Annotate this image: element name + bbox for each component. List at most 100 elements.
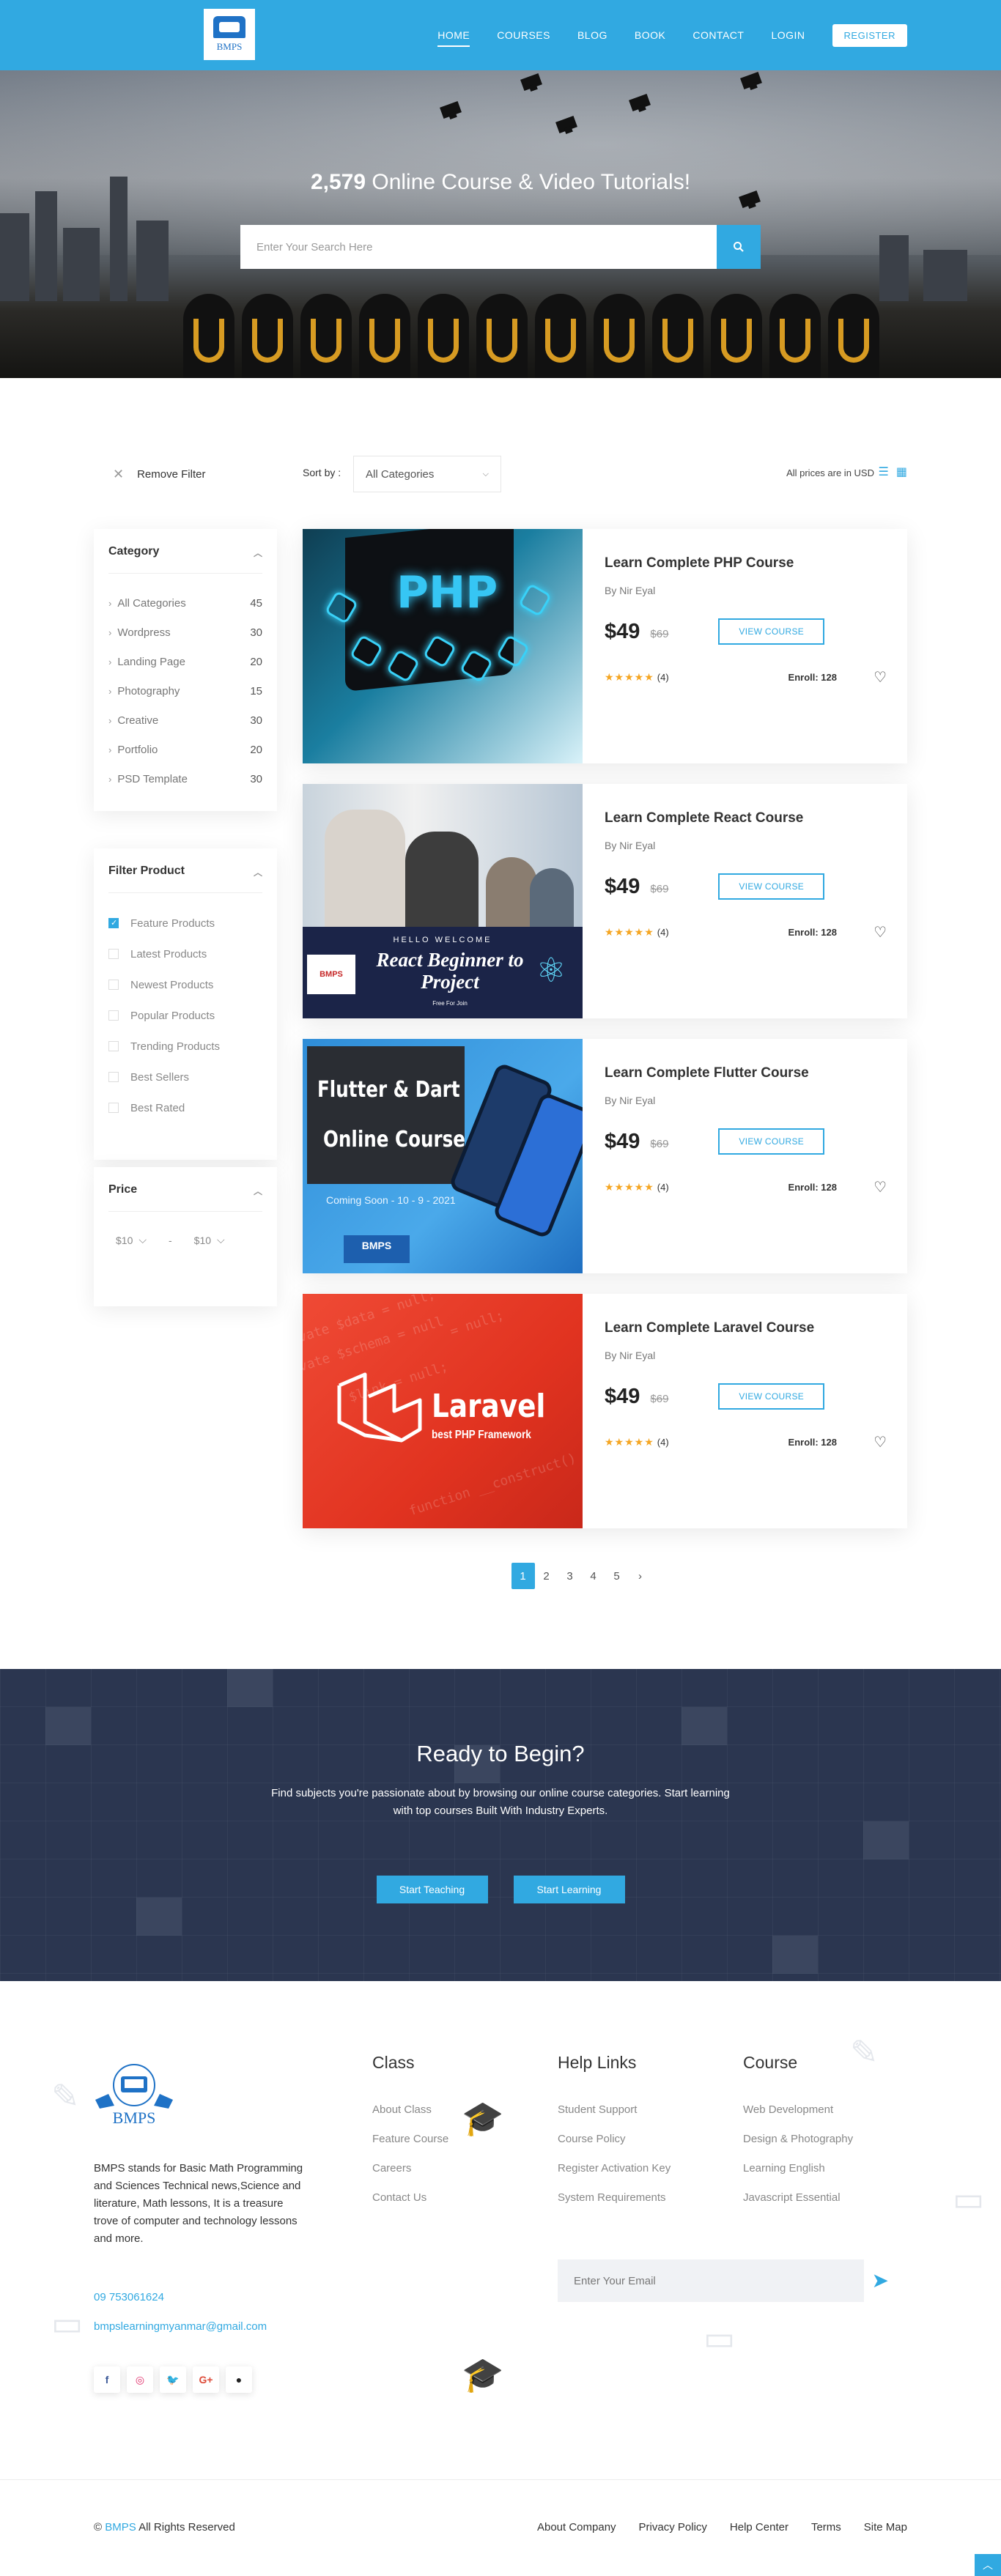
instagram-icon[interactable]: ◎: [127, 2366, 153, 2393]
footer-link[interactable]: Careers: [372, 2162, 448, 2191]
view-course-button[interactable]: VIEW COURSE: [718, 618, 825, 645]
min-price-select[interactable]: $10 ⌵: [116, 1234, 147, 1246]
github-icon[interactable]: ●: [226, 2366, 252, 2393]
register-button[interactable]: REGISTER: [832, 23, 907, 47]
search-button[interactable]: [717, 225, 761, 269]
checkbox[interactable]: [108, 1010, 119, 1021]
chevron-right-icon[interactable]: ›: [629, 1563, 652, 1589]
start-learning-button[interactable]: Start Learning: [513, 1876, 625, 1903]
site-logo[interactable]: BMPS: [204, 9, 255, 60]
page-2[interactable]: 2: [535, 1563, 558, 1589]
heart-icon[interactable]: ♡: [873, 1178, 887, 1196]
footer-link[interactable]: Web Development: [743, 2103, 853, 2133]
filter-checkbox-item[interactable]: Best Rated: [108, 1092, 262, 1123]
footer-link[interactable]: Contact Us: [372, 2191, 448, 2221]
heart-icon[interactable]: ♡: [873, 1433, 887, 1451]
nav-contact[interactable]: CONTACT: [692, 29, 744, 41]
list-view-icon[interactable]: ☰: [879, 465, 889, 479]
course-old-price: $69: [650, 1137, 669, 1150]
heart-icon[interactable]: ♡: [873, 668, 887, 686]
course-title[interactable]: Learn Complete React Course: [605, 810, 885, 826]
footer-link[interactable]: About Class: [372, 2103, 448, 2133]
footer-link[interactable]: Javascript Essential: [743, 2191, 853, 2221]
nav-book[interactable]: BOOK: [635, 29, 665, 41]
page-5[interactable]: 5: [605, 1563, 629, 1589]
checkbox[interactable]: [108, 1041, 119, 1051]
nav-blog[interactable]: BLOG: [577, 29, 607, 41]
footer-link[interactable]: Student Support: [558, 2103, 671, 2133]
footer-email[interactable]: bmpslearningmyanmar@gmail.com: [94, 2320, 267, 2333]
footer-link[interactable]: Course Policy: [558, 2133, 671, 2162]
category-item[interactable]: › Wordpress 30: [108, 618, 262, 647]
filter-checkbox-item[interactable]: Newest Products: [108, 969, 262, 1000]
price-panel-header[interactable]: Price ︿: [94, 1167, 277, 1196]
course-thumbnail[interactable]: HELLO WELCOME React Beginner to Project …: [303, 784, 583, 1018]
email-input[interactable]: [558, 2259, 864, 2302]
city-building: [0, 213, 29, 301]
remove-filter-button[interactable]: ✕ Remove Filter: [113, 467, 205, 482]
nav-home[interactable]: HOME: [437, 29, 470, 47]
footer-phone[interactable]: 09 753061624: [94, 2291, 164, 2303]
footer-link[interactable]: Feature Course: [372, 2133, 448, 2162]
privacy-policy-link[interactable]: Privacy Policy: [639, 2521, 707, 2534]
checkbox-checked[interactable]: [108, 918, 119, 928]
course-title[interactable]: Learn Complete Flutter Course: [605, 1065, 885, 1081]
google-plus-icon[interactable]: G+: [193, 2366, 219, 2393]
view-course-button[interactable]: VIEW COURSE: [718, 873, 825, 900]
about-company-link[interactable]: About Company: [537, 2521, 616, 2534]
twitter-icon[interactable]: 🐦: [160, 2366, 186, 2393]
copyright-brand-link[interactable]: BMPS: [105, 2521, 136, 2534]
checkbox[interactable]: [108, 1103, 119, 1113]
site-map-link[interactable]: Site Map: [864, 2521, 907, 2534]
send-icon[interactable]: ➤: [872, 2268, 889, 2292]
search-input[interactable]: [240, 225, 717, 269]
checkbox[interactable]: [108, 980, 119, 990]
course-title[interactable]: Learn Complete Laravel Course: [605, 1320, 885, 1336]
filter-product-header[interactable]: Filter Product ︿: [94, 848, 277, 878]
filter-checkbox-item[interactable]: Best Sellers: [108, 1062, 262, 1092]
help-center-link[interactable]: Help Center: [730, 2521, 788, 2534]
view-course-button[interactable]: VIEW COURSE: [718, 1383, 825, 1410]
nav-courses[interactable]: COURSES: [497, 29, 550, 41]
max-price-select[interactable]: $10 ⌵: [194, 1234, 225, 1246]
category-item[interactable]: › PSD Template 30: [108, 764, 262, 793]
checkbox[interactable]: [108, 1072, 119, 1082]
category-item[interactable]: › Landing Page 20: [108, 647, 262, 676]
filter-checkbox-item[interactable]: Latest Products: [108, 939, 262, 969]
facebook-icon[interactable]: f: [94, 2366, 120, 2393]
view-course-button[interactable]: VIEW COURSE: [718, 1128, 825, 1155]
course-thumbnail[interactable]: vate $data = null; ivate $schema = null …: [303, 1294, 583, 1528]
footer-link[interactable]: Register Activation Key: [558, 2162, 671, 2191]
page-4[interactable]: 4: [582, 1563, 605, 1589]
enroll-count: Enroll: 128: [788, 927, 837, 938]
filter-checkbox-item[interactable]: Feature Products: [108, 908, 262, 939]
category-item[interactable]: › Photography 15: [108, 676, 262, 706]
page-3[interactable]: 3: [558, 1563, 582, 1589]
course-title[interactable]: Learn Complete PHP Course: [605, 555, 885, 571]
filter-product-panel: Filter Product︿ Feature Products Latest …: [94, 848, 277, 1160]
course-thumbnail[interactable]: Flutter & Dart Online Course Coming Soon…: [303, 1039, 583, 1273]
star-rating-icon: ★★★★★: [605, 926, 654, 938]
heart-icon[interactable]: ♡: [873, 923, 887, 941]
filter-checkbox-item[interactable]: Popular Products: [108, 1000, 262, 1031]
course-thumbnail[interactable]: PHP: [303, 529, 583, 763]
category-item[interactable]: › Creative 30: [108, 706, 262, 735]
nav-login[interactable]: LOGIN: [771, 29, 805, 41]
filter-checkbox-item[interactable]: Trending Products: [108, 1031, 262, 1062]
footer-link[interactable]: Learning English: [743, 2162, 853, 2191]
back-to-top-button[interactable]: ︿: [975, 2554, 1001, 2576]
city-building: [136, 221, 169, 301]
footer-link[interactable]: Design & Photography: [743, 2133, 853, 2162]
bmps-footer-logo: BMPS: [95, 2064, 173, 2127]
students-photo: [303, 784, 583, 927]
terms-link[interactable]: Terms: [811, 2521, 841, 2534]
start-teaching-button[interactable]: Start Teaching: [376, 1876, 488, 1903]
category-panel-header[interactable]: Category ︿: [94, 529, 277, 558]
category-item[interactable]: › All Categories 45: [108, 588, 262, 618]
checkbox[interactable]: [108, 949, 119, 959]
page-1[interactable]: 1: [511, 1563, 535, 1589]
grid-view-icon[interactable]: ▦: [896, 465, 907, 479]
sort-select[interactable]: All Categories ⌵: [353, 456, 501, 492]
category-item[interactable]: › Portfolio 20: [108, 735, 262, 764]
footer-link[interactable]: System Requirements: [558, 2191, 671, 2221]
